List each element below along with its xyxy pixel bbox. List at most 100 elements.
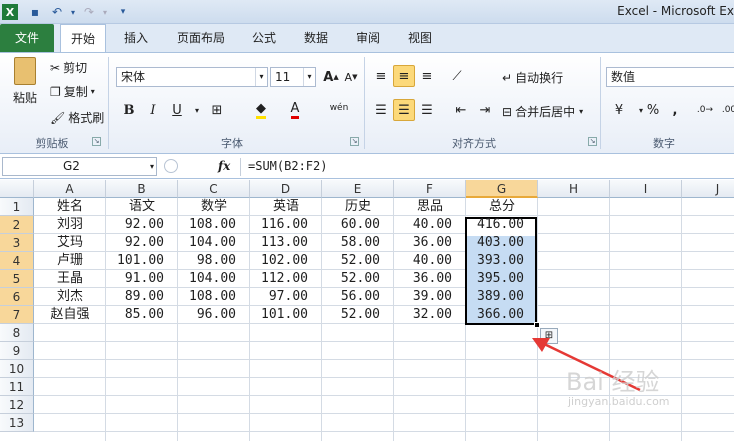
row-header-5[interactable]: 5 [0, 270, 34, 288]
cell-a4[interactable]: 卢珊 [34, 252, 106, 270]
tab-formulas[interactable]: 公式 [246, 24, 282, 52]
resize-handle[interactable] [164, 159, 178, 173]
cut-button[interactable]: ✂ 剪切 [50, 59, 87, 76]
name-box[interactable]: G2 ▾ [2, 157, 157, 176]
chevron-down-icon[interactable]: ▾ [186, 99, 208, 121]
cell-g1[interactable]: 总分 [466, 198, 538, 216]
cell-e5[interactable]: 52.00 [322, 270, 380, 288]
shrink-font-button[interactable]: A ▼ [340, 66, 362, 88]
borders-icon[interactable]: ⊞ [206, 99, 228, 121]
grow-font-button[interactable]: A ▲ [320, 66, 342, 88]
cell-g5[interactable]: 395.00 [466, 270, 524, 288]
align-middle-icon[interactable]: ≡ [393, 65, 415, 87]
cell-e6[interactable]: 56.00 [322, 288, 380, 306]
row-header-8[interactable]: 8 [0, 324, 34, 342]
column-header-e[interactable]: E [322, 180, 394, 198]
launcher-icon[interactable]: ↘ [92, 137, 101, 146]
cell-a3[interactable]: 艾玛 [34, 234, 106, 252]
tab-data[interactable]: 数据 [298, 24, 334, 52]
cell-g6[interactable]: 389.00 [466, 288, 524, 306]
column-header-c[interactable]: C [178, 180, 250, 198]
font-size-select[interactable]: 11 ▾ [270, 67, 316, 87]
cell-g2[interactable]: 416.00 [466, 216, 524, 234]
cell-a1[interactable]: 姓名 [34, 198, 106, 216]
cell-g3[interactable]: 403.00 [466, 234, 524, 252]
cell-f6[interactable]: 39.00 [394, 288, 452, 306]
cell-d7[interactable]: 101.00 [250, 306, 308, 324]
merge-center-button[interactable]: ⊟ 合并后居中 ▾ [502, 103, 583, 120]
align-right-icon[interactable]: ☰ [416, 99, 438, 121]
align-bottom-icon[interactable]: ≡ [416, 65, 438, 87]
cell-f3[interactable]: 36.00 [394, 234, 452, 252]
cell-e1[interactable]: 历史 [322, 198, 394, 216]
save-icon[interactable]: ▪ [26, 3, 44, 21]
row-header-11[interactable]: 11 [0, 378, 34, 396]
cell-e7[interactable]: 52.00 [322, 306, 380, 324]
align-top-icon[interactable]: ≡ [370, 65, 392, 87]
cell-c4[interactable]: 98.00 [178, 252, 236, 270]
insert-function-icon[interactable]: fx [218, 159, 230, 173]
align-center-icon[interactable]: ☰ [393, 99, 415, 121]
phonetic-icon[interactable]: wén [328, 97, 350, 119]
cell-d5[interactable]: 112.00 [250, 270, 308, 288]
decrease-decimal-icon[interactable]: .00 [718, 99, 734, 121]
column-header-h[interactable]: H [538, 180, 610, 198]
column-header-j[interactable]: J [682, 180, 734, 198]
row-header-12[interactable]: 12 [0, 396, 34, 414]
column-header-f[interactable]: F [394, 180, 466, 198]
column-header-g[interactable]: G [466, 180, 538, 198]
row-header-6[interactable]: 6 [0, 288, 34, 306]
row-header-7[interactable]: 7 [0, 306, 34, 324]
format-painter-button[interactable]: 🖌 格式刷 [50, 109, 104, 126]
orientation-icon[interactable]: ⟋ [446, 65, 468, 87]
cell-f5[interactable]: 36.00 [394, 270, 452, 288]
cell-c7[interactable]: 96.00 [178, 306, 236, 324]
cell-c3[interactable]: 104.00 [178, 234, 236, 252]
cell-c2[interactable]: 108.00 [178, 216, 236, 234]
bold-button[interactable]: B [118, 99, 140, 121]
fill-color-icon[interactable]: ◆ [250, 99, 272, 121]
launcher-icon[interactable]: ↘ [588, 137, 597, 146]
row-header-13[interactable]: 13 [0, 414, 34, 432]
cell-a5[interactable]: 王晶 [34, 270, 106, 288]
cell-e2[interactable]: 60.00 [322, 216, 380, 234]
cell-d1[interactable]: 英语 [250, 198, 322, 216]
cell-c1[interactable]: 数学 [178, 198, 250, 216]
cell-c6[interactable]: 108.00 [178, 288, 236, 306]
cell-d4[interactable]: 102.00 [250, 252, 308, 270]
font-color-icon[interactable]: A [284, 99, 306, 121]
italic-button[interactable]: I [142, 99, 164, 121]
increase-decimal-icon[interactable]: .0→ [694, 99, 716, 121]
formula-input[interactable]: =SUM(B2:F2) [248, 159, 327, 173]
cell-d3[interactable]: 113.00 [250, 234, 308, 252]
underline-button[interactable]: U [166, 99, 188, 121]
tab-review[interactable]: 审阅 [350, 24, 386, 52]
number-format-select[interactable]: 数值 [606, 67, 734, 87]
font-name-select[interactable]: 宋体 ▾ [116, 67, 268, 87]
cell-b1[interactable]: 语文 [106, 198, 178, 216]
customize-icon[interactable]: ▾ [114, 3, 132, 21]
copy-button[interactable]: ❐ 复制 ▾ [50, 83, 95, 100]
column-header-i[interactable]: I [610, 180, 682, 198]
paste-button[interactable]: 粘贴 [8, 57, 42, 106]
row-header-9[interactable]: 9 [0, 342, 34, 360]
cell-g7[interactable]: 366.00 [466, 306, 524, 324]
cell-b6[interactable]: 89.00 [106, 288, 164, 306]
increase-indent-icon[interactable]: ⇥ [474, 99, 496, 121]
cell-d2[interactable]: 116.00 [250, 216, 308, 234]
cell-f4[interactable]: 40.00 [394, 252, 452, 270]
column-header-d[interactable]: D [250, 180, 322, 198]
cell-b3[interactable]: 92.00 [106, 234, 164, 252]
cell-a6[interactable]: 刘杰 [34, 288, 106, 306]
align-left-icon[interactable]: ☰ [370, 99, 392, 121]
cell-a7[interactable]: 赵自强 [34, 306, 106, 324]
cell-b2[interactable]: 92.00 [106, 216, 164, 234]
excel-logo-icon[interactable]: X [2, 4, 18, 20]
cell-a2[interactable]: 刘羽 [34, 216, 106, 234]
cell-g4[interactable]: 393.00 [466, 252, 524, 270]
cell-f2[interactable]: 40.00 [394, 216, 452, 234]
column-header-b[interactable]: B [106, 180, 178, 198]
tab-home[interactable]: 开始 [60, 24, 106, 53]
row-header-1[interactable]: 1 [0, 198, 34, 216]
decrease-indent-icon[interactable]: ⇤ [450, 99, 472, 121]
